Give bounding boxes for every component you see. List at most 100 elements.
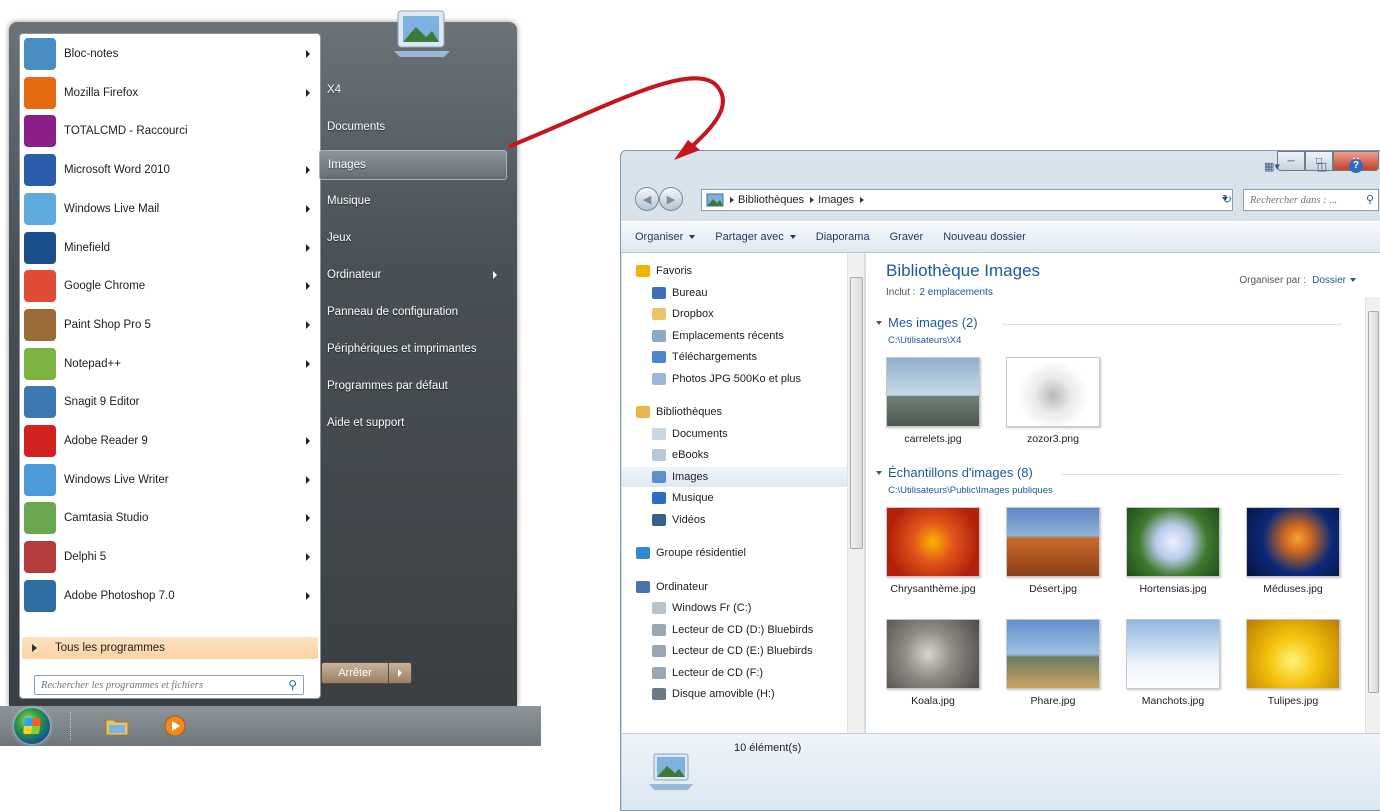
arrow-right-icon[interactable] <box>306 166 310 175</box>
search-icon[interactable]: ⚲ <box>1366 193 1374 206</box>
start-place-item[interactable]: X4 <box>319 76 509 104</box>
image-thumbnail[interactable]: Phare.jpg <box>998 619 1108 708</box>
start-program-item[interactable]: Notepad++ <box>20 346 320 382</box>
thumbnail-image[interactable] <box>886 619 980 689</box>
image-thumbnail[interactable]: Tulipes.jpg <box>1238 619 1348 708</box>
nav-tree-item[interactable]: Groupe résidentiel <box>622 543 850 563</box>
nav-tree-item[interactable]: Bureau <box>622 283 850 303</box>
start-program-item[interactable]: TOTALCMD - Raccourci <box>20 113 320 149</box>
group-header[interactable]: Échantillons d'images (8) <box>876 465 1033 480</box>
arrow-right-icon[interactable] <box>306 437 310 445</box>
start-program-item[interactable]: Microsoft Word 2010 <box>20 152 320 188</box>
arrow-right-icon[interactable] <box>306 243 310 252</box>
breadcrumb-images[interactable]: Images <box>818 194 854 206</box>
nav-tree-item[interactable]: eBooks <box>622 445 850 465</box>
image-thumbnail[interactable]: carrelets.jpg <box>878 357 988 446</box>
start-program-item[interactable]: Adobe Reader 9 <box>20 423 320 459</box>
arrow-right-icon[interactable] <box>306 359 310 368</box>
arrow-right-icon[interactable] <box>306 88 310 97</box>
arrange-dropdown[interactable]: Dossier <box>1312 275 1346 286</box>
thumbnail-image[interactable] <box>1126 619 1220 689</box>
nav-tree-item[interactable]: Favoris <box>622 261 850 281</box>
search-icon[interactable]: ⚲ <box>288 678 297 692</box>
image-thumbnail[interactable]: Manchots.jpg <box>1118 619 1228 708</box>
thumbnail-image[interactable] <box>886 357 980 427</box>
group-header[interactable]: Mes images (2) <box>876 315 978 330</box>
shutdown-button[interactable]: Arrêter <box>321 662 389 684</box>
scrollbar-thumb[interactable] <box>850 277 863 549</box>
nav-tree-item[interactable]: Lecteur de CD (F:) <box>622 663 850 683</box>
help-icon[interactable]: ? <box>1347 157 1365 175</box>
shutdown-options-button[interactable] <box>389 662 412 684</box>
start-orb-button[interactable] <box>14 708 50 744</box>
start-place-item[interactable]: Images <box>319 150 507 180</box>
start-program-item[interactable]: Delphi 5 <box>20 539 320 575</box>
media-player-icon[interactable] <box>162 714 188 738</box>
start-search-input[interactable] <box>39 678 283 692</box>
start-search-box[interactable]: ⚲ <box>34 675 304 695</box>
locations-link[interactable]: 2 emplacements <box>919 287 992 298</box>
folder-icon[interactable] <box>104 714 130 738</box>
thumbnail-image[interactable] <box>1246 507 1340 577</box>
arrow-right-icon[interactable] <box>306 282 310 291</box>
start-program-item[interactable]: Windows Live Mail <box>20 191 320 227</box>
start-program-item[interactable]: Paint Shop Pro 5 <box>20 307 320 343</box>
start-program-item[interactable]: Camtasia Studio <box>20 500 320 536</box>
group-path[interactable]: C:\Utilisateurs\X4 <box>888 335 961 346</box>
image-thumbnail[interactable]: Désert.jpg <box>998 507 1108 596</box>
arrow-right-icon[interactable] <box>306 204 310 213</box>
command-button[interactable]: Organiser <box>635 231 696 243</box>
thumbnail-image[interactable] <box>1006 507 1100 577</box>
image-thumbnail[interactable]: Koala.jpg <box>878 619 988 708</box>
command-button[interactable]: Graver <box>890 231 924 243</box>
forward-button[interactable]: ▶ <box>659 187 683 211</box>
start-program-item[interactable]: Google Chrome <box>20 268 320 304</box>
explorer-search-input[interactable] <box>1248 193 1362 207</box>
address-bar[interactable]: Bibliothèques Images <box>701 189 1233 211</box>
nav-tree-item[interactable]: Ordinateur <box>622 577 850 597</box>
arrow-right-icon[interactable] <box>306 553 310 562</box>
start-place-item[interactable]: Jeux <box>319 224 509 252</box>
all-programs-button[interactable]: Tous les programmes <box>22 637 318 659</box>
scrollbar-thumb[interactable] <box>1368 311 1379 693</box>
nav-tree-item[interactable]: Windows Fr (C:) <box>622 598 850 618</box>
start-program-item[interactable]: Snagit 9 Editor <box>20 384 320 420</box>
start-program-item[interactable]: Mozilla Firefox <box>20 75 320 111</box>
nav-tree-item[interactable]: Dropbox <box>622 304 850 324</box>
image-thumbnail[interactable]: zozor3.png <box>998 357 1108 446</box>
start-place-item[interactable]: Musique <box>319 187 509 215</box>
nav-tree-item[interactable]: Lecteur de CD (D:) Bluebirds <box>622 620 850 640</box>
image-thumbnail[interactable]: Méduses.jpg <box>1238 507 1348 596</box>
command-button[interactable]: Diaporama <box>816 231 870 243</box>
start-program-item[interactable]: Adobe Photoshop 7.0 <box>20 578 320 614</box>
nav-tree-item[interactable]: Bibliothèques <box>622 402 850 422</box>
start-place-item[interactable]: Programmes par défaut <box>319 372 509 400</box>
back-button[interactable]: ◀ <box>635 187 659 211</box>
nav-tree-item[interactable]: Vidéos <box>622 510 850 530</box>
thumbnail-image[interactable] <box>1126 507 1220 577</box>
nav-tree-item[interactable]: Téléchargements <box>622 347 850 367</box>
thumbnail-image[interactable] <box>1006 619 1100 689</box>
view-options-icon[interactable]: ▦▾ <box>1257 157 1287 175</box>
start-place-item[interactable]: Documents <box>319 113 509 141</box>
nav-tree-item[interactable]: Images <box>622 466 850 487</box>
arrow-right-icon[interactable] <box>306 514 310 523</box>
refresh-icon[interactable]: ↻ <box>1217 189 1237 209</box>
start-place-item[interactable]: Aide et support <box>319 409 509 437</box>
start-program-item[interactable]: Windows Live Writer <box>20 462 320 498</box>
image-thumbnail[interactable]: Hortensias.jpg <box>1118 507 1228 596</box>
nav-tree-item[interactable]: Photos JPG 500Ko et plus <box>622 369 850 389</box>
start-program-item[interactable]: Bloc-notes <box>20 36 320 72</box>
start-place-item[interactable]: Périphériques et imprimantes <box>319 335 509 363</box>
navigation-scrollbar[interactable] <box>847 253 864 733</box>
arrow-right-icon[interactable] <box>306 50 310 58</box>
image-thumbnail[interactable]: Chrysanthème.jpg <box>878 507 988 596</box>
start-place-item[interactable]: Ordinateur <box>319 261 509 289</box>
arrow-right-icon[interactable] <box>306 475 310 484</box>
thumbnail-image[interactable] <box>1006 357 1100 427</box>
thumbnail-image[interactable] <box>1246 619 1340 689</box>
thumbnail-image[interactable] <box>886 507 980 577</box>
user-picture-icon[interactable] <box>392 7 452 59</box>
explorer-search-box[interactable]: ⚲ <box>1243 189 1379 211</box>
arrow-right-icon[interactable] <box>493 271 497 279</box>
